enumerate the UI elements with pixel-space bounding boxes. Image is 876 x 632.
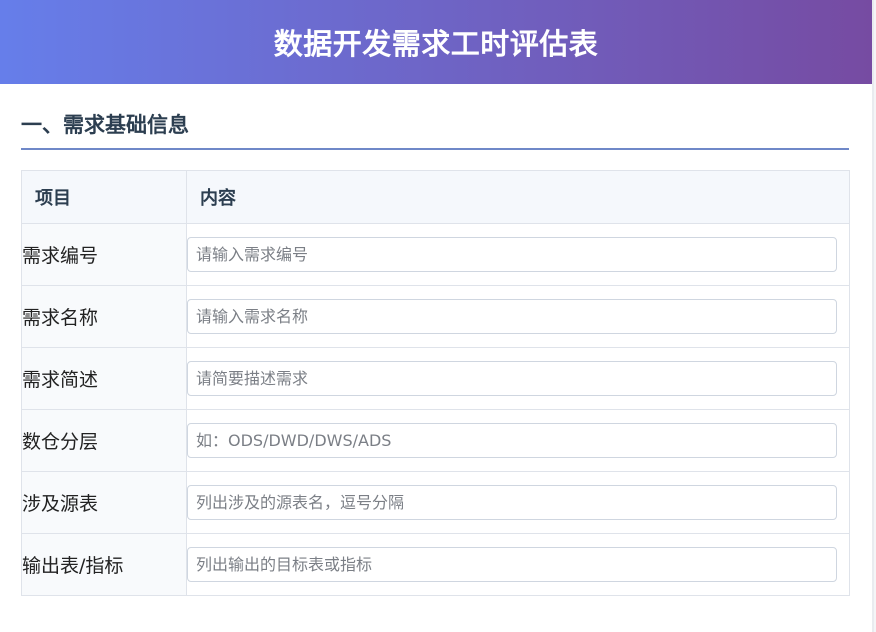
requirement-summary-input[interactable] <box>187 361 837 396</box>
row-label-output-tables: 输出表/指标 <box>21 533 187 596</box>
section-title: 一、需求基础信息 <box>21 108 849 150</box>
requirement-name-input[interactable] <box>187 299 837 334</box>
warehouse-layer-input[interactable] <box>187 423 837 458</box>
table-header-row: 项目 内容 <box>21 170 850 224</box>
requirement-id-input[interactable] <box>187 237 837 272</box>
row-label-requirement-summary: 需求简述 <box>21 347 187 410</box>
row-field <box>186 285 850 348</box>
column-header-item: 项目 <box>21 170 187 224</box>
page-title: 数据开发需求工时评估表 <box>273 27 599 61</box>
column-header-content: 内容 <box>186 170 850 224</box>
row-label-warehouse-layer: 数仓分层 <box>21 409 187 472</box>
row-field <box>186 533 850 596</box>
row-label-source-tables: 涉及源表 <box>21 471 187 534</box>
row-field <box>186 409 850 472</box>
source-tables-input[interactable] <box>187 485 837 520</box>
page: 数据开发需求工时评估表 一、需求基础信息 项目 内容 需求编号 需求名称 <box>0 0 874 632</box>
basic-info-table: 项目 内容 需求编号 需求名称 需求简述 <box>21 170 850 596</box>
output-tables-input[interactable] <box>187 547 837 582</box>
table-row: 涉及源表 <box>21 471 850 534</box>
table-row: 输出表/指标 <box>21 533 850 596</box>
table-row: 需求编号 <box>21 223 850 286</box>
table-row: 数仓分层 <box>21 409 850 472</box>
row-field <box>186 347 850 410</box>
page-header: 数据开发需求工时评估表 <box>0 0 872 84</box>
row-field <box>186 471 850 534</box>
table-row: 需求简述 <box>21 347 850 410</box>
table-row: 需求名称 <box>21 285 850 348</box>
row-field <box>186 223 850 286</box>
row-label-requirement-name: 需求名称 <box>21 285 187 348</box>
row-label-requirement-id: 需求编号 <box>21 223 187 286</box>
